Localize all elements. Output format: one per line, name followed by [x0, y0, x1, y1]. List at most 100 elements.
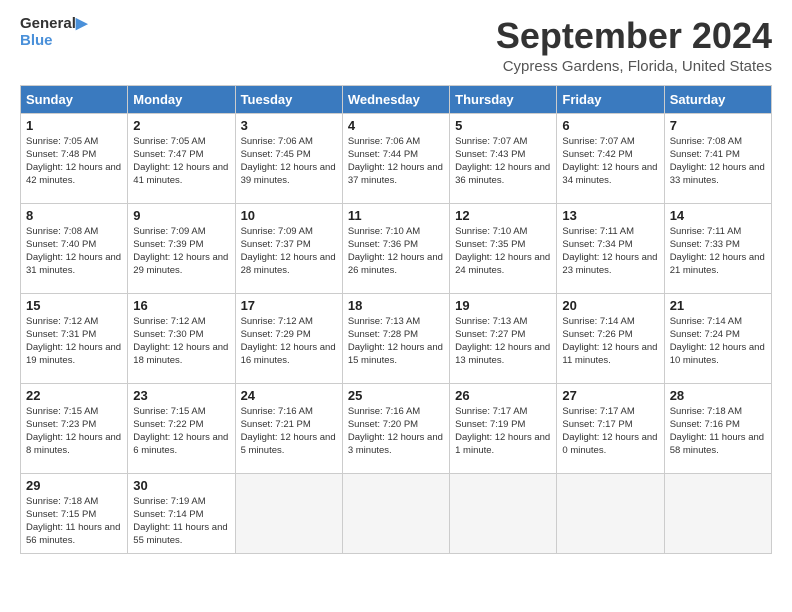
week-row-4: 22 Sunrise: 7:15 AMSunset: 7:23 PMDaylig…	[21, 383, 772, 473]
day-info: Sunrise: 7:18 AMSunset: 7:16 PMDaylight:…	[670, 405, 766, 458]
day-number: 1	[26, 118, 122, 133]
header: General▶ Blue September 2024 Cypress Gar…	[20, 16, 772, 75]
day-number: 21	[670, 298, 766, 313]
calendar-table: SundayMondayTuesdayWednesdayThursdayFrid…	[20, 85, 772, 554]
day-info: Sunrise: 7:13 AMSunset: 7:28 PMDaylight:…	[348, 315, 444, 368]
day-number: 5	[455, 118, 551, 133]
day-cell-21: 21 Sunrise: 7:14 AMSunset: 7:24 PMDaylig…	[664, 293, 771, 383]
day-cell-16: 16 Sunrise: 7:12 AMSunset: 7:30 PMDaylig…	[128, 293, 235, 383]
header-day-monday: Monday	[128, 85, 235, 113]
day-info: Sunrise: 7:18 AMSunset: 7:15 PMDaylight:…	[26, 495, 122, 548]
day-info: Sunrise: 7:10 AMSunset: 7:36 PMDaylight:…	[348, 225, 444, 278]
day-info: Sunrise: 7:12 AMSunset: 7:29 PMDaylight:…	[241, 315, 337, 368]
day-cell-7: 7 Sunrise: 7:08 AMSunset: 7:41 PMDayligh…	[664, 113, 771, 203]
day-number: 12	[455, 208, 551, 223]
day-cell-28: 28 Sunrise: 7:18 AMSunset: 7:16 PMDaylig…	[664, 383, 771, 473]
empty-cell	[450, 473, 557, 553]
day-number: 6	[562, 118, 658, 133]
empty-cell	[557, 473, 664, 553]
day-info: Sunrise: 7:05 AMSunset: 7:47 PMDaylight:…	[133, 135, 229, 188]
header-day-friday: Friday	[557, 85, 664, 113]
day-info: Sunrise: 7:10 AMSunset: 7:35 PMDaylight:…	[455, 225, 551, 278]
header-day-thursday: Thursday	[450, 85, 557, 113]
day-cell-13: 13 Sunrise: 7:11 AMSunset: 7:34 PMDaylig…	[557, 203, 664, 293]
day-info: Sunrise: 7:15 AMSunset: 7:22 PMDaylight:…	[133, 405, 229, 458]
day-number: 20	[562, 298, 658, 313]
month-title: September 2024	[496, 16, 772, 56]
empty-cell	[235, 473, 342, 553]
day-cell-14: 14 Sunrise: 7:11 AMSunset: 7:33 PMDaylig…	[664, 203, 771, 293]
logo-blue: Blue	[20, 33, 87, 50]
day-cell-5: 5 Sunrise: 7:07 AMSunset: 7:43 PMDayligh…	[450, 113, 557, 203]
title-area: September 2024 Cypress Gardens, Florida,…	[496, 16, 772, 75]
day-cell-11: 11 Sunrise: 7:10 AMSunset: 7:36 PMDaylig…	[342, 203, 449, 293]
day-info: Sunrise: 7:07 AMSunset: 7:43 PMDaylight:…	[455, 135, 551, 188]
day-number: 24	[241, 388, 337, 403]
day-number: 22	[26, 388, 122, 403]
empty-cell	[342, 473, 449, 553]
day-cell-25: 25 Sunrise: 7:16 AMSunset: 7:20 PMDaylig…	[342, 383, 449, 473]
day-number: 2	[133, 118, 229, 133]
day-number: 27	[562, 388, 658, 403]
day-info: Sunrise: 7:09 AMSunset: 7:37 PMDaylight:…	[241, 225, 337, 278]
day-number: 8	[26, 208, 122, 223]
day-cell-22: 22 Sunrise: 7:15 AMSunset: 7:23 PMDaylig…	[21, 383, 128, 473]
day-number: 11	[348, 208, 444, 223]
day-number: 28	[670, 388, 766, 403]
day-number: 19	[455, 298, 551, 313]
week-row-3: 15 Sunrise: 7:12 AMSunset: 7:31 PMDaylig…	[21, 293, 772, 383]
day-info: Sunrise: 7:16 AMSunset: 7:21 PMDaylight:…	[241, 405, 337, 458]
header-day-wednesday: Wednesday	[342, 85, 449, 113]
header-day-tuesday: Tuesday	[235, 85, 342, 113]
day-info: Sunrise: 7:19 AMSunset: 7:14 PMDaylight:…	[133, 495, 229, 548]
day-info: Sunrise: 7:17 AMSunset: 7:17 PMDaylight:…	[562, 405, 658, 458]
day-info: Sunrise: 7:08 AMSunset: 7:41 PMDaylight:…	[670, 135, 766, 188]
day-cell-26: 26 Sunrise: 7:17 AMSunset: 7:19 PMDaylig…	[450, 383, 557, 473]
day-cell-2: 2 Sunrise: 7:05 AMSunset: 7:47 PMDayligh…	[128, 113, 235, 203]
day-number: 3	[241, 118, 337, 133]
day-cell-29: 29 Sunrise: 7:18 AMSunset: 7:15 PMDaylig…	[21, 473, 128, 553]
day-cell-12: 12 Sunrise: 7:10 AMSunset: 7:35 PMDaylig…	[450, 203, 557, 293]
header-day-saturday: Saturday	[664, 85, 771, 113]
week-row-2: 8 Sunrise: 7:08 AMSunset: 7:40 PMDayligh…	[21, 203, 772, 293]
day-cell-18: 18 Sunrise: 7:13 AMSunset: 7:28 PMDaylig…	[342, 293, 449, 383]
day-cell-17: 17 Sunrise: 7:12 AMSunset: 7:29 PMDaylig…	[235, 293, 342, 383]
day-number: 4	[348, 118, 444, 133]
header-day-sunday: Sunday	[21, 85, 128, 113]
day-number: 26	[455, 388, 551, 403]
day-info: Sunrise: 7:16 AMSunset: 7:20 PMDaylight:…	[348, 405, 444, 458]
logo: General▶ Blue	[20, 16, 87, 49]
day-info: Sunrise: 7:14 AMSunset: 7:24 PMDaylight:…	[670, 315, 766, 368]
day-info: Sunrise: 7:05 AMSunset: 7:48 PMDaylight:…	[26, 135, 122, 188]
day-cell-6: 6 Sunrise: 7:07 AMSunset: 7:42 PMDayligh…	[557, 113, 664, 203]
day-info: Sunrise: 7:15 AMSunset: 7:23 PMDaylight:…	[26, 405, 122, 458]
logo-general: General▶	[20, 16, 87, 33]
day-cell-15: 15 Sunrise: 7:12 AMSunset: 7:31 PMDaylig…	[21, 293, 128, 383]
day-info: Sunrise: 7:11 AMSunset: 7:34 PMDaylight:…	[562, 225, 658, 278]
day-number: 25	[348, 388, 444, 403]
day-info: Sunrise: 7:11 AMSunset: 7:33 PMDaylight:…	[670, 225, 766, 278]
empty-cell	[664, 473, 771, 553]
day-info: Sunrise: 7:06 AMSunset: 7:44 PMDaylight:…	[348, 135, 444, 188]
day-number: 10	[241, 208, 337, 223]
week-row-5: 29 Sunrise: 7:18 AMSunset: 7:15 PMDaylig…	[21, 473, 772, 553]
day-cell-10: 10 Sunrise: 7:09 AMSunset: 7:37 PMDaylig…	[235, 203, 342, 293]
day-cell-23: 23 Sunrise: 7:15 AMSunset: 7:22 PMDaylig…	[128, 383, 235, 473]
day-cell-1: 1 Sunrise: 7:05 AMSunset: 7:48 PMDayligh…	[21, 113, 128, 203]
day-info: Sunrise: 7:12 AMSunset: 7:31 PMDaylight:…	[26, 315, 122, 368]
location-title: Cypress Gardens, Florida, United States	[496, 58, 772, 75]
day-info: Sunrise: 7:09 AMSunset: 7:39 PMDaylight:…	[133, 225, 229, 278]
day-info: Sunrise: 7:08 AMSunset: 7:40 PMDaylight:…	[26, 225, 122, 278]
day-info: Sunrise: 7:17 AMSunset: 7:19 PMDaylight:…	[455, 405, 551, 458]
day-cell-9: 9 Sunrise: 7:09 AMSunset: 7:39 PMDayligh…	[128, 203, 235, 293]
day-info: Sunrise: 7:14 AMSunset: 7:26 PMDaylight:…	[562, 315, 658, 368]
day-info: Sunrise: 7:12 AMSunset: 7:30 PMDaylight:…	[133, 315, 229, 368]
day-cell-24: 24 Sunrise: 7:16 AMSunset: 7:21 PMDaylig…	[235, 383, 342, 473]
day-cell-27: 27 Sunrise: 7:17 AMSunset: 7:17 PMDaylig…	[557, 383, 664, 473]
day-number: 18	[348, 298, 444, 313]
day-cell-4: 4 Sunrise: 7:06 AMSunset: 7:44 PMDayligh…	[342, 113, 449, 203]
week-row-1: 1 Sunrise: 7:05 AMSunset: 7:48 PMDayligh…	[21, 113, 772, 203]
header-row: SundayMondayTuesdayWednesdayThursdayFrid…	[21, 85, 772, 113]
day-number: 30	[133, 478, 229, 493]
day-number: 29	[26, 478, 122, 493]
